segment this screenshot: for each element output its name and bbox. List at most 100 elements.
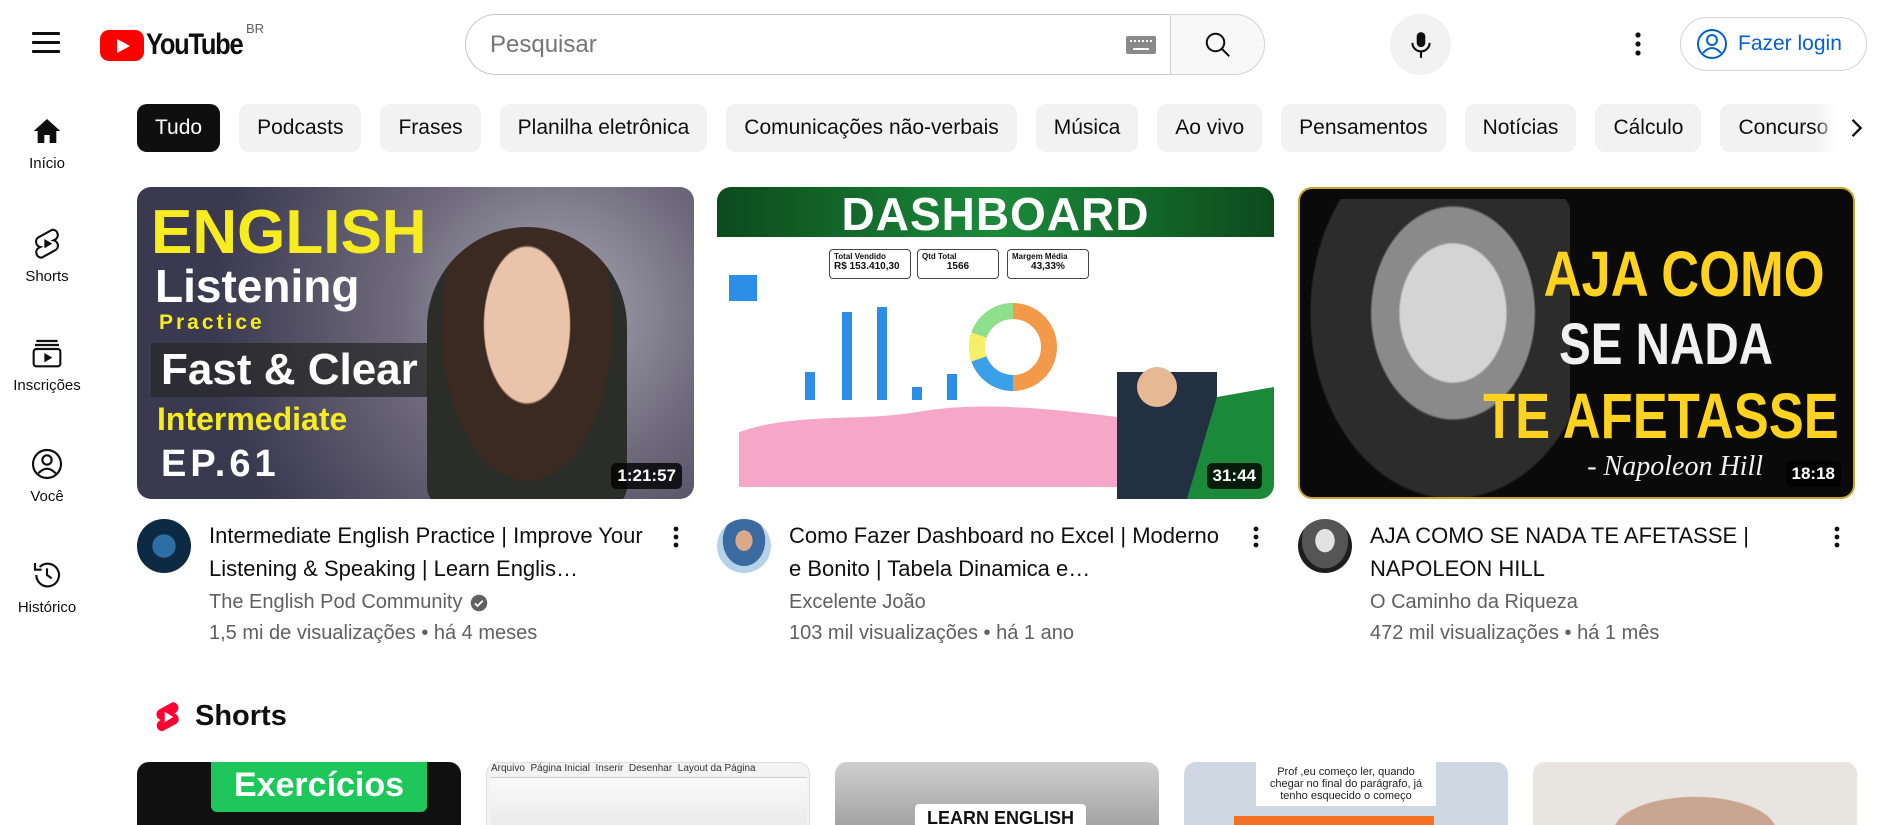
channel-avatar[interactable] [1298, 519, 1352, 573]
subscriptions-icon [32, 339, 62, 368]
video-menu-button[interactable] [658, 519, 694, 555]
youtube-logo[interactable]: YouTube [100, 28, 259, 62]
channel-name[interactable]: The English Pod Community [209, 591, 488, 614]
short-caption: Exercícios [211, 762, 427, 812]
thumbnail-person [427, 227, 627, 499]
user-icon [31, 448, 63, 480]
video-duration: 31:44 [1206, 463, 1262, 489]
thumbnail-title-1: AJA COMO [1544, 238, 1825, 310]
video-menu-button[interactable] [1819, 519, 1855, 555]
sidebar-item-you[interactable]: Você [0, 433, 94, 544]
video-title[interactable]: AJA COMO SE NADA TE AFETASSE | NAPOLEON … [1370, 519, 1815, 585]
channel-name[interactable]: O Caminho da Riqueza [1370, 591, 1578, 614]
shorts-row: Exercícios Arquivo Página Inicial Inseri… [137, 762, 1867, 825]
youtube-play-icon [100, 29, 144, 61]
search-box [465, 14, 1170, 75]
mini-guide: Início Shorts Inscrições Você Histórico [0, 100, 94, 655]
more-vert-icon [1253, 526, 1259, 548]
thumbnail-title-3: Practice [159, 311, 265, 334]
channel-avatar[interactable] [717, 519, 771, 573]
chip-live[interactable]: Ao vivo [1157, 104, 1263, 152]
sidebar-item-home[interactable]: Início [0, 100, 94, 211]
short-accent-graphic [1234, 816, 1434, 825]
logo-text: YouTube [146, 28, 244, 61]
video-stats: 472 mil visualizações • há 1 mês [1370, 622, 1660, 644]
thumbnail-title-4: - Napoleon Hill [1587, 451, 1763, 482]
video-card: ENGLISH Listening Practice Fast & Clear … [137, 187, 694, 649]
video-title[interactable]: Intermediate English Practice | Improve … [209, 519, 654, 585]
search-bar [465, 14, 1265, 75]
chevron-right-icon [1851, 119, 1863, 137]
excel-toolbar-graphic [491, 777, 807, 825]
video-duration: 18:18 [1785, 461, 1841, 487]
video-stats: 1,5 mi de visualizações • há 4 meses [209, 622, 538, 644]
chip-podcasts[interactable]: Podcasts [239, 104, 362, 152]
home-icon [33, 119, 61, 143]
thumbnail-title-6: EP.61 [161, 443, 280, 485]
search-icon [1205, 32, 1230, 57]
short-card[interactable]: LEARN ENGLISH [835, 762, 1159, 825]
short-card[interactable]: Prof ,eu começo ler, quando chegar no fi… [1184, 762, 1508, 825]
sidebar-item-label: Inscrições [13, 377, 81, 394]
video-meta: Como Fazer Dashboard no Excel | Moderno … [717, 519, 1274, 649]
short-card[interactable]: Arquivo Página Inicial Inserir Desenhar … [486, 762, 810, 825]
keyboard-icon[interactable] [1126, 35, 1156, 54]
video-menu-button[interactable] [1238, 519, 1274, 555]
short-card[interactable] [1533, 762, 1857, 825]
chip-news[interactable]: Notícias [1464, 104, 1577, 152]
sidebar-item-label: Shorts [25, 268, 69, 285]
short-caption: Arquivo Página Inicial Inserir Desenhar … [491, 763, 756, 774]
video-meta: Intermediate English Practice | Improve … [137, 519, 694, 649]
search-input[interactable] [490, 30, 1126, 59]
sidebar-item-label: Histórico [17, 599, 77, 616]
short-card[interactable]: Exercícios [137, 762, 461, 825]
masthead: YouTube BR Fazer login [0, 0, 1888, 88]
thumbnail-dashboard-graphic [729, 275, 1274, 499]
sidebar-item-shorts[interactable]: Shorts [0, 211, 94, 322]
sidebar-item-label: Você [30, 488, 64, 505]
video-thumbnail[interactable]: ENGLISH Listening Practice Fast & Clear … [137, 187, 694, 499]
video-title[interactable]: Como Fazer Dashboard no Excel | Moderno … [789, 519, 1234, 585]
chip-calculus[interactable]: Cálculo [1595, 104, 1702, 152]
video-thumbnail[interactable]: AJA COMO SE NADA TE AFETASSE - Napoleon … [1298, 187, 1855, 499]
video-card: DASHBOARD Total Vendido R$ 153.410,30 Qt… [717, 187, 1274, 649]
guide-menu-button[interactable] [28, 28, 64, 60]
channel-avatar[interactable] [137, 519, 191, 573]
sidebar-item-label: Início [29, 155, 65, 172]
video-card: AJA COMO SE NADA TE AFETASSE - Napoleon … [1298, 187, 1855, 649]
chip-music[interactable]: Música [1035, 104, 1139, 152]
more-vert-icon [1834, 526, 1840, 548]
sidebar-item-history[interactable]: Histórico [0, 544, 94, 655]
thumbnail-person [1310, 199, 1570, 497]
video-duration: 1:21:57 [611, 463, 682, 489]
chip-thoughts[interactable]: Pensamentos [1281, 104, 1446, 152]
channel-name[interactable]: Excelente João [789, 591, 926, 614]
hamburger-icon-bar [32, 50, 60, 53]
search-button[interactable] [1170, 14, 1265, 75]
shorts-icon [34, 228, 60, 259]
chip-all[interactable]: Tudo [137, 104, 221, 152]
video-stats: 103 mil visualizações • há 1 ano [789, 622, 1074, 644]
hamburger-icon-bar [32, 41, 60, 44]
chip-nonverbal[interactable]: Comunicações não-verbais [726, 104, 1017, 152]
thumbnail-title-4: Fast & Clear [151, 343, 428, 397]
short-caption: Prof ,eu começo ler, quando chegar no fi… [1256, 762, 1436, 806]
account-icon [1697, 29, 1727, 59]
voice-search-button[interactable] [1390, 14, 1451, 75]
shorts-logo-icon [156, 701, 179, 731]
sign-in-button[interactable]: Fazer login [1680, 17, 1867, 71]
country-code: BR [246, 21, 265, 36]
chip-spreadsheet[interactable]: Planilha eletrônica [499, 104, 708, 152]
settings-more-button[interactable] [1618, 24, 1658, 64]
chip-frases[interactable]: Frases [380, 104, 481, 152]
video-thumbnail[interactable]: DASHBOARD Total Vendido R$ 153.410,30 Qt… [717, 187, 1274, 499]
sign-in-label: Fazer login [1738, 32, 1842, 55]
video-meta: AJA COMO SE NADA TE AFETASSE | NAPOLEON … [1298, 519, 1855, 649]
chips-next-button[interactable] [1815, 104, 1870, 152]
thumbnail-title-1: ENGLISH [151, 198, 427, 267]
channel-name-text: The English Pod Community [209, 591, 463, 613]
thumbnail-title-2: SE NADA [1558, 312, 1773, 377]
sidebar-item-subscriptions[interactable]: Inscrições [0, 322, 94, 433]
filter-chips-bar: Tudo Podcasts Frases Planilha eletrônica… [137, 104, 1867, 152]
more-vert-icon [1635, 32, 1641, 56]
